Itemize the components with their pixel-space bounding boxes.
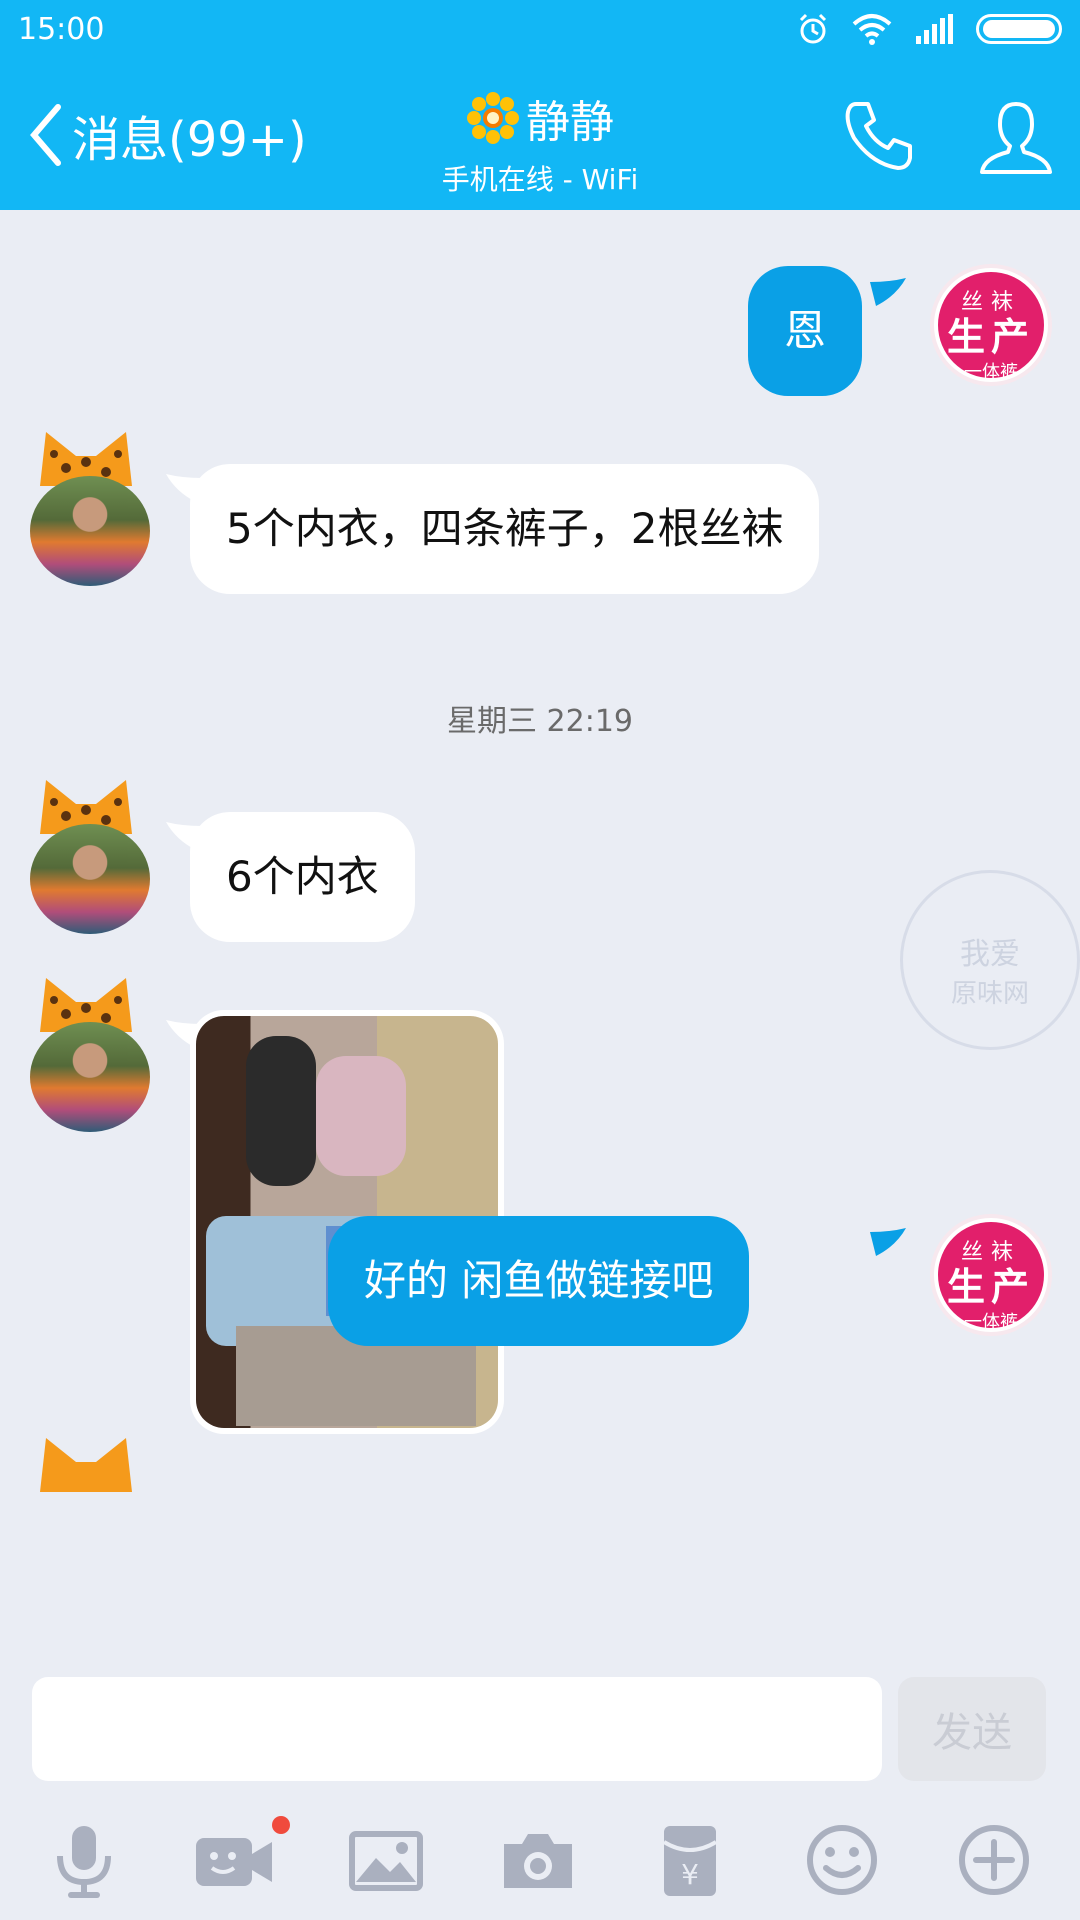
contact-avatar[interactable] [22,428,152,588]
plus-icon[interactable] [954,1820,1034,1900]
image-icon[interactable] [346,1820,426,1900]
camera-icon[interactable] [498,1820,578,1900]
my-avatar[interactable]: 丝袜 生产 一体裤 [930,264,1052,386]
contact-avatar[interactable] [22,974,152,1134]
contact-name: 静静 [526,97,614,148]
chat-area[interactable]: 恩 丝袜 生产 一体裤 5个内衣，四条裤子，2根丝袜 星期三 22:19 6个内… [0,210,1080,1655]
send-button[interactable]: 发送 [898,1677,1046,1781]
contact-avatar[interactable] [22,776,152,936]
leopard-ears-icon [40,1438,132,1492]
contact-photo [30,476,150,586]
my-avatar[interactable]: 丝袜 生产 一体裤 [930,1214,1052,1336]
watermark: 我爱 原味网 [900,870,1080,1050]
contact-avatar[interactable] [22,1434,152,1594]
status-icons [796,12,1062,46]
contact-status: 手机在线 - WiFi [441,163,639,196]
status-bar: 15:00 [0,0,1080,60]
contact-photo [30,1022,150,1132]
profile-icon[interactable] [978,98,1054,178]
contact-photo [30,824,150,934]
phone-icon[interactable] [842,98,916,172]
status-time: 15:00 [18,12,105,47]
chat-header: 消息(99+) 静静 手机在线 - WiFi [0,60,1080,210]
contact-title[interactable]: 静静 手机在线 - WiFi [0,86,1080,198]
bubble-tail [870,1228,906,1256]
message-input[interactable] [32,1677,882,1781]
battery-icon [976,14,1062,44]
input-bar: 发送 [0,1655,1080,1790]
bubble-tail [870,278,906,306]
notification-dot [272,1816,290,1834]
svg-text:¥: ¥ [681,1858,699,1891]
message-bubble-outgoing[interactable]: 好的 闲鱼做链接吧 [328,1216,750,1346]
message-bubble-incoming[interactable]: 5个内衣，四条裤子，2根丝袜 [190,464,820,594]
message-bubble-incoming[interactable]: 6个内衣 [190,812,415,942]
wifi-icon [852,14,892,45]
signal-icon [916,14,953,44]
red-packet-icon[interactable]: ¥ [650,1820,730,1900]
message-bubble-outgoing[interactable]: 恩 [748,266,863,396]
emoji-icon[interactable] [802,1820,882,1900]
message-timestamp: 星期三 22:19 [447,704,633,739]
alarm-icon [799,13,827,44]
video-call-icon[interactable] [194,1820,274,1900]
microphone-icon[interactable] [44,1820,124,1900]
sunflower-icon [467,92,519,144]
chat-toolbar: ¥ [0,1790,1080,1920]
